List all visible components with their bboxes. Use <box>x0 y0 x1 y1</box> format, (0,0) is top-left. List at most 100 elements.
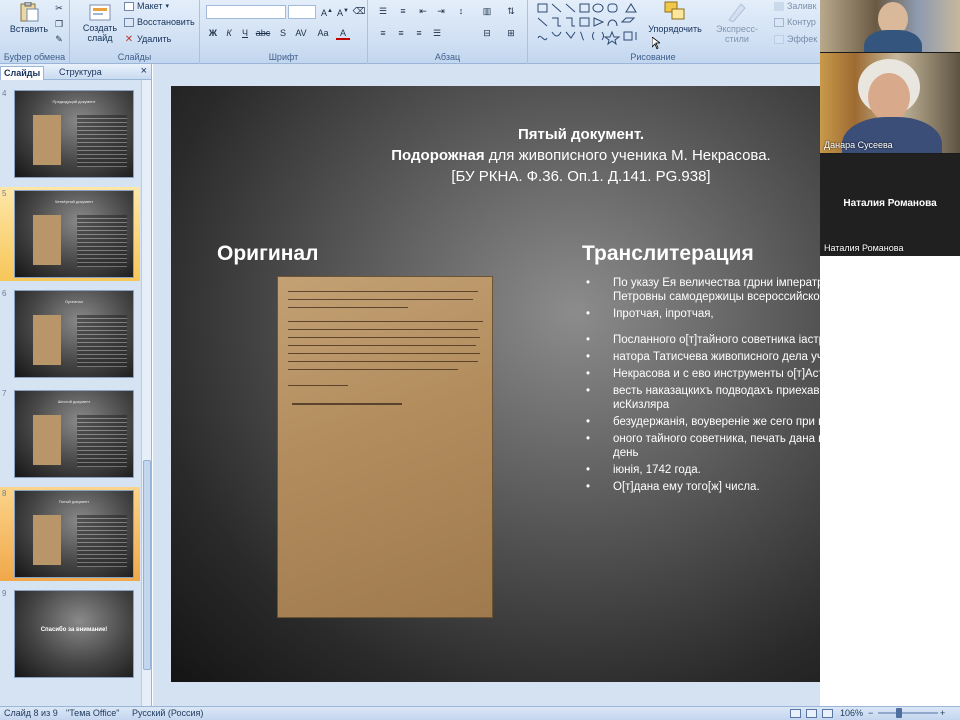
arrange-label: Упорядочить <box>648 24 702 34</box>
bold-button[interactable]: Ж <box>206 27 220 40</box>
layout-button[interactable]: Макет ▾ <box>124 1 169 11</box>
format-painter-icon[interactable]: ✎ <box>52 33 66 46</box>
slide-thumbnail-row[interactable]: 6 Оригинал <box>0 287 140 381</box>
video-call-panel: Данара Сусеева Наталия Романова Наталия … <box>820 0 960 256</box>
justify-icon[interactable]: ☰ <box>430 27 444 40</box>
change-case-button[interactable]: Aa <box>314 27 332 40</box>
pane-scrollbar[interactable] <box>141 80 151 706</box>
effects-label: Эффек <box>787 34 818 44</box>
line-spacing-icon[interactable]: ↕ <box>454 5 468 18</box>
bullets-icon[interactable]: ☰ <box>376 5 390 18</box>
slide-thumbnail[interactable]: Спасибо за внимание! <box>14 590 134 678</box>
video-tile-3[interactable]: Наталия Романова Наталия Романова <box>820 154 960 256</box>
slide-thumbnail[interactable]: Предыдущий документ <box>14 90 134 178</box>
grow-font-icon[interactable]: A▲ <box>320 5 334 18</box>
translit-line[interactable]: По указу Ея величества гдрни імператрицы… <box>583 276 820 304</box>
slide-thumbnail-row[interactable]: 7 Шестой документ <box>0 387 140 481</box>
slide-thumbnail-row[interactable]: 4 Предыдущий документ <box>0 87 140 181</box>
translit-line[interactable]: оного тайного советника, печать дана вАс… <box>583 432 820 460</box>
reset-label: Восстановить <box>137 17 195 27</box>
scroll-thumb[interactable] <box>143 460 151 670</box>
slide-thumbnail-row[interactable]: 5 Четвёртый документ <box>0 187 140 281</box>
shrink-font-icon[interactable]: A▼ <box>336 5 350 18</box>
translit-heading[interactable]: Транслитерация <box>582 242 754 266</box>
slide-thumbnail[interactable]: Пятый документ <box>14 490 134 578</box>
translit-list: По указу Ея величества гдрни імператрицы… <box>583 276 820 497</box>
delete-label: Удалить <box>137 34 172 44</box>
align-center-icon[interactable]: ≡ <box>394 27 408 40</box>
tab-outline[interactable]: Структура <box>56 66 105 80</box>
arrange-button[interactable]: Упорядочить <box>646 0 704 34</box>
thumbnail-text-lines <box>77 315 127 367</box>
reset-button[interactable]: Восстановить <box>124 17 195 27</box>
document-scan-image[interactable] <box>277 276 493 618</box>
video-tile-1[interactable] <box>820 0 960 52</box>
translit-line[interactable]: безудержанія, воувереніе же сего при под… <box>583 415 820 429</box>
zoom-in-button[interactable]: + <box>940 708 945 718</box>
align-left-icon[interactable]: ≡ <box>376 27 390 40</box>
align-text-icon[interactable]: ⊟ <box>480 27 494 40</box>
close-icon[interactable]: × <box>141 65 147 77</box>
translit-line[interactable]: натора Татисчева живописного дела ученик… <box>583 350 820 364</box>
zoom-out-button[interactable]: − <box>868 708 873 718</box>
slide-thumbnail-row[interactable]: 8 Пятый документ <box>0 487 140 581</box>
video-tile-2[interactable]: Данара Сусеева <box>820 53 960 153</box>
strikethrough-button[interactable]: abc <box>254 27 272 40</box>
tab-slides[interactable]: Слайды <box>0 66 45 80</box>
shapes-gallery-icon[interactable] <box>536 2 642 46</box>
text-direction-icon[interactable]: ⇅ <box>504 5 518 18</box>
shape-fill-button[interactable]: Заливк <box>774 1 816 11</box>
copy-icon[interactable]: ❐ <box>52 18 66 31</box>
decrease-indent-icon[interactable]: ⇤ <box>416 5 430 18</box>
thumbnail-title: Предыдущий документ <box>52 99 96 104</box>
slide-sorter-icon[interactable] <box>806 709 817 718</box>
align-right-icon[interactable]: ≡ <box>412 27 426 40</box>
slide-thumbnail[interactable]: Шестой документ <box>14 390 134 478</box>
language-indicator[interactable]: Русский (Россия) <box>132 708 203 718</box>
translit-line[interactable]: Іпротчая, іпротчая, <box>583 307 820 321</box>
zoom-level[interactable]: 106% <box>840 708 863 718</box>
thumbnail-document-image <box>33 115 61 165</box>
increase-indent-icon[interactable]: ⇥ <box>434 5 448 18</box>
layout-icon <box>124 1 134 11</box>
shape-effects-button[interactable]: Эффек <box>774 34 817 44</box>
clear-format-icon[interactable]: ⌫ <box>352 5 366 18</box>
slide-thumbnail-row[interactable]: 9 Спасибо за внимание! <box>0 587 140 681</box>
slide-number: 4 <box>2 89 7 98</box>
spacing-button[interactable]: AV <box>292 27 310 40</box>
font-size-combo[interactable] <box>288 5 316 19</box>
slideshow-icon[interactable] <box>822 709 833 718</box>
numbering-icon[interactable]: ≡ <box>396 5 410 18</box>
columns-icon[interactable]: ▥ <box>480 5 494 18</box>
italic-button[interactable]: К <box>222 27 236 40</box>
smartart-icon[interactable]: ⊞ <box>504 27 518 40</box>
zoom-slider[interactable] <box>878 712 938 714</box>
translit-line[interactable]: Посланного о[т]тайного советника іастрах… <box>583 333 820 347</box>
translit-line[interactable]: О[т]дана ему того[ж] числа. <box>583 480 820 494</box>
translit-line[interactable]: весть наказацкихъ подводахъ приехавшихъ … <box>583 384 820 412</box>
original-heading[interactable]: Оригинал <box>217 242 318 266</box>
font-color-button[interactable]: A <box>336 27 350 40</box>
slide-thumbnail[interactable]: Оригинал <box>14 290 134 378</box>
translit-line[interactable]: іюнія, 1742 года. <box>583 463 820 477</box>
underline-button[interactable]: Ч <box>238 27 252 40</box>
paste-button[interactable]: Вставить <box>8 2 50 34</box>
shape-outline-button[interactable]: Контур <box>774 17 816 27</box>
new-slide-button[interactable]: Создать слайд <box>78 2 122 43</box>
slide-thumbnail[interactable]: Четвёртый документ <box>14 190 134 278</box>
font-name-combo[interactable] <box>206 5 286 19</box>
quick-styles-button[interactable]: Экспресс-стили <box>706 0 768 44</box>
shadow-button[interactable]: S <box>276 27 290 40</box>
thumbnail-title: Четвёртый документ <box>54 199 94 204</box>
thumbnail-document-image <box>33 315 61 365</box>
translit-line[interactable]: Некрасова и с ево инструменты о[т]Астрах… <box>583 367 820 381</box>
slide-title[interactable]: Пятый документ. Подорожная для живописно… <box>301 124 820 187</box>
slides-caption: Слайды <box>117 52 152 62</box>
reset-icon <box>124 17 134 27</box>
zoom-slider-knob[interactable] <box>896 708 902 718</box>
delete-slide-button[interactable]: ✕ Удалить <box>124 34 172 44</box>
slide-canvas[interactable]: Пятый документ. Подорожная для живописно… <box>171 86 820 682</box>
cut-icon[interactable]: ✂ <box>52 2 66 15</box>
thumbnail-document-image <box>33 415 61 465</box>
normal-view-icon[interactable] <box>790 709 801 718</box>
